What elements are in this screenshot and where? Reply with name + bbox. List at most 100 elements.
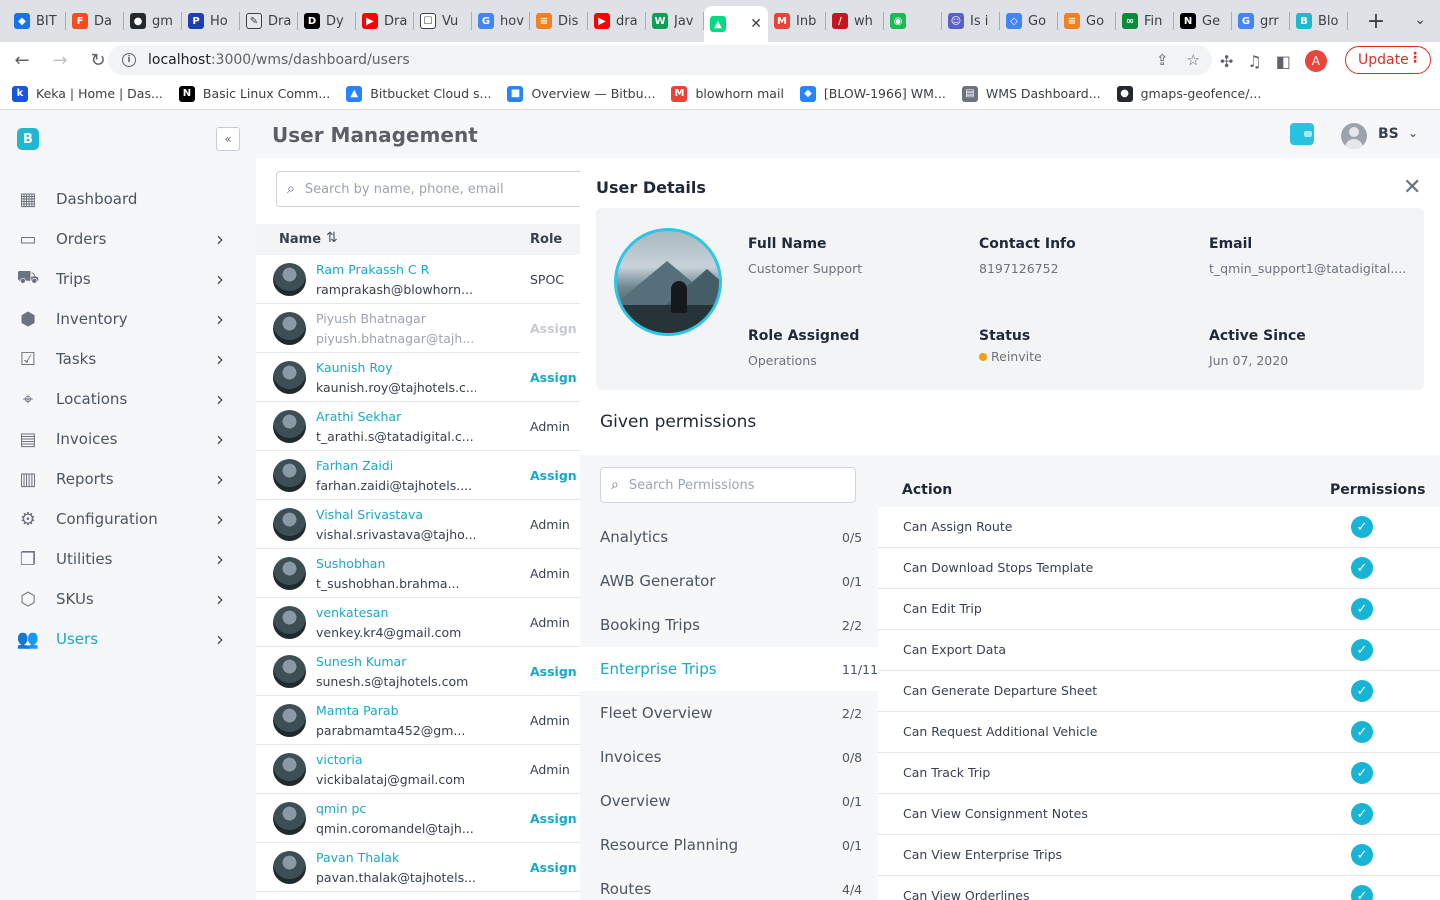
permission-category[interactable]: Analytics 0/5	[580, 515, 878, 559]
browser-tab[interactable]: ◉	[884, 4, 942, 38]
table-row[interactable]: Vishal Srivastava vishal.srivastava@tajho…	[256, 500, 586, 549]
browser-tab[interactable]: Ghov	[472, 4, 530, 38]
permission-category[interactable]: AWB Generator 0/1	[580, 559, 878, 603]
table-row[interactable]: Kaunish Roy kaunish.roy@tajhotels.c... Ass…	[256, 353, 591, 402]
browser-tab[interactable]: ≡ Dis	[530, 4, 588, 38]
permission-category[interactable]: Invoices 0/8	[580, 735, 878, 779]
update-button[interactable]: Update ⋮	[1345, 46, 1431, 74]
address-bar[interactable]: i localhost:3000/wms/dashboard/users ⇪ ☆	[108, 45, 1212, 75]
sidebar-item-invoices[interactable]: ▤ Invoices ›	[0, 419, 256, 459]
profile-avatar[interactable]: A	[1304, 50, 1327, 72]
table-row[interactable]: Piyush Bhatnagar piyush.bhatnagar@tajh...…	[256, 304, 591, 353]
table-row[interactable]: venkatesan venkey.kr4@gmail.com Admin	[256, 598, 586, 647]
table-row[interactable]: Farhan Zaidi farhan.zaidi@tajhotels.... As…	[256, 451, 591, 500]
browser-tab[interactable]: N Ge	[1174, 4, 1232, 38]
sort-icon[interactable]: ⇅	[326, 230, 338, 246]
bookmark-item[interactable]: Mblowhorn mail	[671, 85, 784, 102]
user-name[interactable]: Sushobhan	[316, 556, 385, 571]
status-badge[interactable]: Reinvite	[979, 349, 1042, 364]
bookmark-item[interactable]: N Basic Linux Comm...	[178, 85, 330, 102]
user-name[interactable]: Vishal Srivastava	[316, 507, 423, 522]
side-panel-icon[interactable]: ◧	[1276, 52, 1291, 71]
browser-tab[interactable]: ☺ Is i	[942, 4, 1000, 38]
sidebar-item-trips[interactable]: ⛟ Trips ›	[0, 259, 256, 299]
bookmark-item[interactable]: ■ Overview — Bitbu...	[507, 85, 655, 102]
browser-tab[interactable]: ☐ Vu	[414, 4, 472, 38]
browser-tab[interactable]: B Blo	[1290, 4, 1348, 38]
collapse-sidebar-button[interactable]: «	[216, 127, 240, 151]
browser-tab[interactable]: ✎ Dra	[240, 4, 298, 38]
permission-category[interactable]: Fleet Overview 2/2	[580, 691, 878, 735]
bookmark-star-icon[interactable]: ☆	[1187, 51, 1200, 69]
sidebar-item-dashboard[interactable]: ▦ Dashboard	[0, 179, 256, 219]
check-circle-icon[interactable]: ✓	[1351, 557, 1373, 579]
browser-tab[interactable]: D Dy	[298, 4, 356, 38]
bookmark-item[interactable]: ● gmaps-geofence/...	[1116, 85, 1261, 102]
table-row[interactable]: Ram Prakassh C R ramprakash@blowhorn... SP…	[256, 255, 586, 304]
sidebar-item-inventory[interactable]: ⬢ Inventory ›	[0, 299, 256, 339]
check-circle-icon[interactable]: ✓	[1351, 885, 1373, 900]
browser-tab[interactable]: F Da	[66, 4, 124, 38]
share-icon[interactable]: ⇪	[1156, 51, 1169, 69]
table-row[interactable]: Arathi Sekhar t_arathi.s@tatadigital.c...…	[256, 402, 586, 451]
table-row[interactable]: victoria vickibalataj@gmail.com Admin	[256, 745, 586, 794]
site-info-icon[interactable]: i	[122, 53, 136, 67]
forward-arrow-icon[interactable]: →	[44, 44, 76, 76]
browser-tab[interactable]: W Jav	[646, 4, 704, 38]
sidebar-item-utilities[interactable]: ❐ Utilities ›	[0, 539, 256, 579]
wallet-icon[interactable]	[1290, 123, 1314, 145]
user-avatar[interactable]	[1341, 123, 1367, 149]
permission-search-input[interactable]: ⌕ Search Permissions	[600, 467, 856, 503]
sidebar-item-orders[interactable]: ▭ Orders ›	[0, 219, 256, 259]
bookmark-item[interactable]: ◆ [BLOW-1966] WM...	[799, 85, 946, 102]
user-name[interactable]: Sunesh Kumar	[316, 654, 406, 669]
browser-tab[interactable]: ▶ dra	[588, 4, 646, 38]
sidebar-item-skus[interactable]: ⬡ SKUs ›	[0, 579, 256, 619]
sidebar-item-configuration[interactable]: ⚙ Configuration ›	[0, 499, 256, 539]
chevron-down-icon[interactable]: ⌄	[1408, 126, 1418, 140]
back-arrow-icon[interactable]: ←	[6, 44, 38, 76]
browser-tab[interactable]: ∞ Fin	[1116, 4, 1174, 38]
check-circle-icon[interactable]: ✓	[1351, 516, 1373, 538]
user-name[interactable]: Pavan Thalak	[316, 850, 399, 865]
permission-category[interactable]: Routes 4/4	[580, 867, 878, 900]
permission-category[interactable]: Enterprise Trips 11/11	[580, 647, 878, 691]
bookmark-item[interactable]: k Keka | Home | Das...	[12, 85, 163, 102]
tab-close-icon[interactable]: ✕	[750, 16, 762, 32]
new-tab-button[interactable]: +	[1358, 4, 1394, 38]
browser-tab[interactable]: ◇ Go	[1000, 4, 1058, 38]
user-name[interactable]: Piyush Bhatnagar	[316, 311, 426, 326]
browser-tab[interactable]: ▶ Dra	[356, 4, 414, 38]
check-circle-icon[interactable]: ✓	[1351, 844, 1373, 866]
tab-search-chevron-icon[interactable]: ⌄	[1414, 12, 1426, 28]
check-circle-icon[interactable]: ✓	[1351, 598, 1373, 620]
bookmark-item[interactable]: ▲ Bitbucket Cloud s...	[346, 85, 491, 102]
check-circle-icon[interactable]: ✓	[1351, 762, 1373, 784]
check-circle-icon[interactable]: ✓	[1351, 680, 1373, 702]
sidebar-item-locations[interactable]: ⌖ Locations ›	[0, 379, 256, 419]
sidebar-item-users[interactable]: 👥 Users ›	[0, 619, 256, 659]
bookmark-item[interactable]: ▤ WMS Dashboard...	[961, 85, 1101, 102]
app-logo-icon[interactable]: B	[17, 128, 39, 150]
permission-category[interactable]: Overview 0/1	[580, 779, 878, 823]
user-name[interactable]: Ram Prakassh C R	[316, 262, 429, 277]
browser-tab[interactable]: / wh	[826, 4, 884, 38]
table-row[interactable]: qmin pc qmin.coromandel@tajh... Assign R	[256, 794, 591, 843]
check-circle-icon[interactable]: ✓	[1351, 721, 1373, 743]
user-name[interactable]: Farhan Zaidi	[316, 458, 393, 473]
user-name[interactable]: Kaunish Roy	[316, 360, 393, 375]
browser-tab[interactable]: M Inb	[768, 4, 826, 38]
browser-tab[interactable]: ● gm	[124, 4, 182, 38]
user-name[interactable]: Mamta Parab	[316, 703, 399, 718]
table-row[interactable]: Sunesh Kumar sunesh.s@tajhotels.com Assign…	[256, 647, 591, 696]
browser-tab[interactable]: ≡ Go	[1058, 4, 1116, 38]
user-search-input[interactable]: ⌕ Search by name, phone, email	[276, 171, 596, 207]
check-circle-icon[interactable]: ✓	[1351, 803, 1373, 825]
browser-tab[interactable]: P Ho	[182, 4, 240, 38]
permission-category[interactable]: Resource Planning 0/1	[580, 823, 878, 867]
user-name[interactable]: venkatesan	[316, 605, 388, 620]
sidebar-item-reports[interactable]: ▥ Reports ›	[0, 459, 256, 499]
user-initials[interactable]: BS	[1378, 126, 1399, 142]
extensions-puzzle-icon[interactable]: ✣	[1220, 52, 1233, 71]
column-header-name[interactable]: Name	[279, 232, 321, 247]
